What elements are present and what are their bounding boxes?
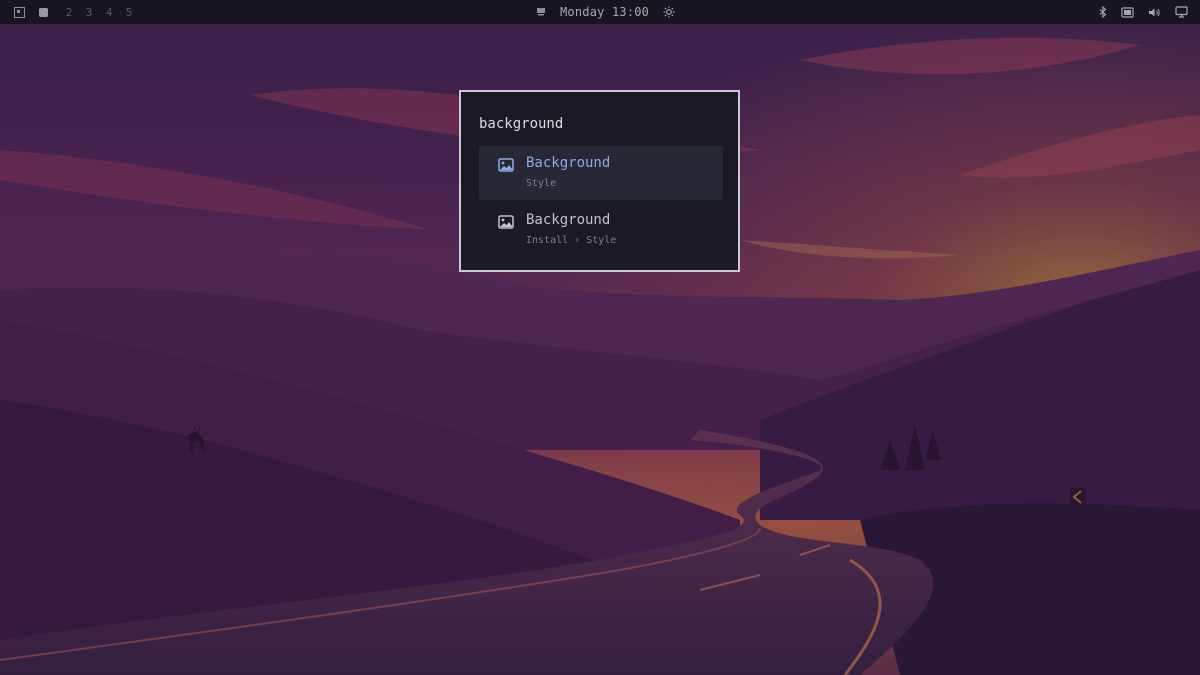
display-icon[interactable] [1175,6,1188,18]
image-icon [498,157,514,176]
top-bar: 2 3 4 5 Monday 13:00 [0,0,1200,24]
workspace-active-icon[interactable] [39,7,48,17]
result-subtitle: Style [526,178,557,189]
brightness-icon[interactable] [663,6,675,18]
workspace-4[interactable]: 4 [103,6,115,19]
workspace-2[interactable]: 2 [63,6,75,19]
image-icon [498,214,514,233]
app-launcher-icon[interactable] [14,6,25,18]
search-input[interactable]: background [479,116,563,132]
clock[interactable]: Monday 13:00 [560,5,649,19]
system-tray [1099,0,1188,24]
workspace-5[interactable]: 5 [123,6,135,19]
result-subtitle: Install › Style [526,235,617,246]
workspace-switcher: 2 3 4 5 [14,0,135,24]
clock-area: Monday 13:00 [536,0,675,24]
result-title: Background [526,155,611,171]
screenshot-icon[interactable] [1121,6,1134,18]
app-launcher-popup: background Background Style Background I… [459,90,740,272]
result-item[interactable]: Background Install › Style [479,203,723,257]
result-title: Background [526,212,611,228]
notification-icon[interactable] [536,7,546,17]
desktop: 2 3 4 5 Monday 13:00 background Backgrou… [0,0,1200,675]
workspace-3[interactable]: 3 [83,6,95,19]
bluetooth-icon[interactable] [1099,6,1107,18]
result-item[interactable]: Background Style [479,146,723,200]
volume-icon[interactable] [1148,7,1161,18]
